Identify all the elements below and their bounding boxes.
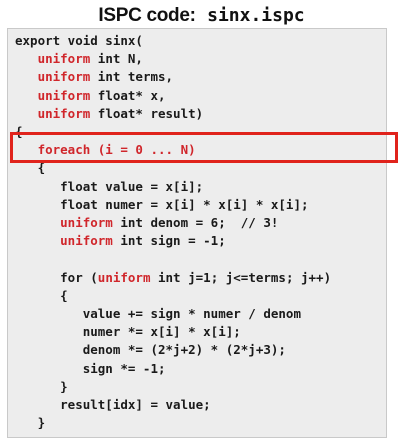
code-text: for ( — [15, 269, 98, 285]
code-text: } — [15, 415, 46, 431]
code-line: uniform float* x, — [15, 87, 166, 105]
code-line: } — [15, 414, 46, 432]
code-line: float value = x[i]; — [15, 178, 203, 196]
code-text: } — [15, 378, 68, 394]
code-line: uniform int denom = 6; // 3! — [15, 214, 278, 232]
code-text: int denom = 6; // 3! — [112, 215, 279, 230]
code-text: float value = x[i]; — [15, 178, 204, 194]
title-filename: sinx.ispc — [207, 5, 305, 26]
code-line: value += sign * numer / denom — [15, 305, 301, 323]
code-text: export void sinx( — [15, 33, 143, 48]
code-line: uniform float* result) — [15, 105, 204, 123]
code-text: value += sign * numer / denom — [15, 306, 301, 321]
code-line: export void sinx( — [15, 32, 143, 50]
video-overlay-fade — [326, 423, 386, 437]
code-line: result[idx] = value; — [15, 396, 211, 414]
slide-title: ISPC code: sinx.ispc — [0, 3, 403, 28]
code-line: uniform int terms, — [15, 68, 173, 86]
code-line: uniform int N, — [15, 50, 143, 68]
code-keyword: uniform — [37, 105, 91, 121]
code-text: float* result) — [90, 105, 204, 121]
code-text: sign *= -1; — [15, 360, 166, 376]
code-text: int j=1; j<=terms; j++) — [150, 269, 332, 285]
code-line: uniform int sign = -1; — [15, 232, 226, 250]
code-keyword: uniform — [37, 51, 91, 67]
code-text: denom *= (2*j+2) * (2*j+3); — [15, 342, 286, 358]
code-text: int N, — [90, 51, 143, 67]
code-listing: export void sinx( uniform int N, uniform… — [7, 28, 387, 438]
code-line: { — [15, 287, 68, 305]
code-line: for (uniform int j=1; j<=terms; j++) — [15, 269, 331, 287]
code-keyword: uniform — [60, 215, 113, 230]
code-text: int sign = -1; — [112, 233, 226, 249]
code-text: float* x, — [90, 87, 166, 103]
title-label: ISPC code: — [98, 5, 196, 26]
code-line: float numer = x[i] * x[i] * x[i]; — [15, 196, 309, 214]
code-text: numer *= x[i] * x[i]; — [15, 324, 241, 340]
code-line: sign *= -1; — [15, 360, 166, 378]
foreach-highlight-box — [10, 132, 398, 163]
code-keyword: uniform — [37, 69, 91, 85]
code-keyword: uniform — [60, 233, 113, 249]
code-keyword: uniform — [97, 269, 151, 285]
code-text: { — [15, 287, 68, 303]
code-text: result[idx] = value; — [15, 397, 211, 412]
code-line: denom *= (2*j+2) * (2*j+3); — [15, 341, 286, 359]
code-line: numer *= x[i] * x[i]; — [15, 323, 241, 341]
code-text: int terms, — [90, 69, 174, 85]
code-text: float numer = x[i] * x[i] * x[i]; — [15, 196, 309, 212]
code-keyword: uniform — [37, 87, 91, 103]
code-line: } — [15, 378, 68, 396]
